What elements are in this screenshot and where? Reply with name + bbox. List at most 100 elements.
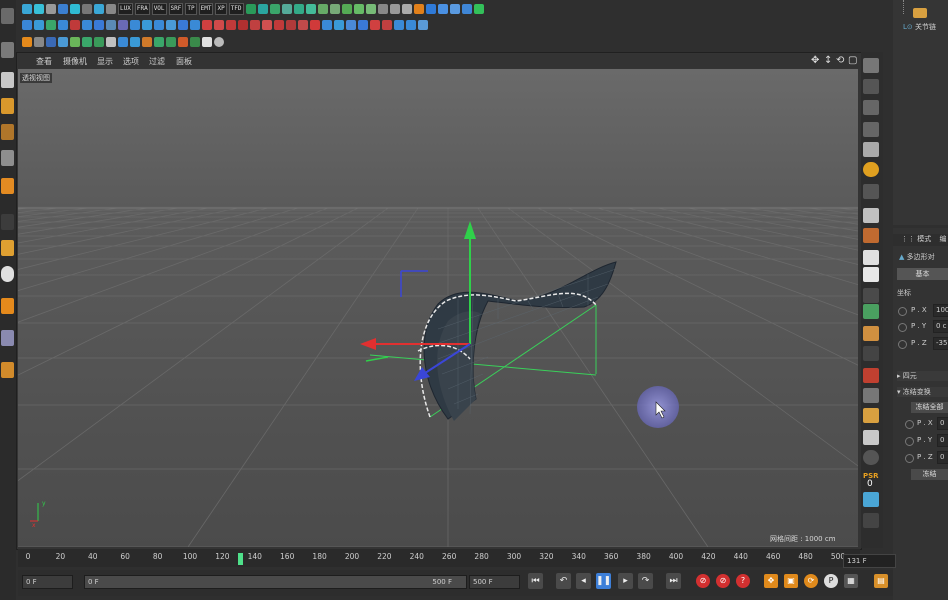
plugin-icon[interactable] [406,20,416,30]
plugin-icon[interactable] [22,4,32,14]
clapper-icon[interactable] [863,208,879,223]
plugin-icon[interactable] [34,20,44,30]
plugin-icon[interactable] [473,4,484,14]
plugin-icon[interactable] [382,20,392,30]
snap-icon[interactable] [1,266,14,282]
vol-button[interactable]: VOL [151,3,167,15]
plugin-icon[interactable] [94,4,104,14]
plugin-icon[interactable] [394,20,404,30]
plugin-icon[interactable] [214,37,224,47]
prev-key-icon[interactable]: ↶ [556,573,571,589]
plugin-icon[interactable] [449,4,460,14]
axis-icon[interactable] [1,214,14,230]
playhead[interactable] [238,553,244,565]
record-icon[interactable]: ⊘ [696,574,710,588]
menu-camera[interactable]: 摄像机 [63,56,87,67]
current-frame-field[interactable]: 131 F [843,554,896,568]
menu-display[interactable]: 显示 [97,56,113,67]
plugin-icon[interactable] [166,20,176,30]
prev-frame-icon[interactable]: ◂ [576,573,591,589]
plugin-icon[interactable] [293,4,304,14]
py-field[interactable]: 0 c [933,320,948,333]
gear-icon[interactable] [413,4,424,14]
plugin-icon[interactable] [58,20,68,30]
menu-panel[interactable]: 面板 [176,56,192,67]
plugin-icon[interactable] [286,20,296,30]
axis-xyz-icon[interactable] [863,184,879,199]
srf-button[interactable]: SRF [168,3,184,15]
plugin-icon[interactable] [214,20,224,30]
plugin-icon[interactable] [418,20,428,30]
autokey-icon[interactable]: ⊘ [716,574,730,588]
keyframe-radio[interactable] [898,323,907,332]
rotate-key-icon[interactable]: ⟳ [804,574,818,588]
freeze-py-field[interactable]: 0 [937,434,948,447]
plugin-icon[interactable] [358,20,368,30]
plugin-icon[interactable] [82,37,92,47]
collapse-arrow-icon[interactable]: ▾ [897,388,901,396]
menu-filter[interactable]: 过滤 [149,56,165,67]
python-icon[interactable] [863,492,879,507]
end-frame-field[interactable]: 500 F [469,575,520,589]
tab-edit[interactable]: 编 [939,235,946,243]
plugin-icon[interactable] [58,4,68,14]
freeze-button-2[interactable]: 冻结 [911,469,948,480]
plugin-icon[interactable] [262,20,272,30]
lock-icon[interactable] [1,362,14,378]
plugin-icon[interactable] [245,4,256,14]
fra-button[interactable]: FRA [134,3,150,15]
gear-icon[interactable] [46,4,56,14]
pz-field[interactable]: -35 [933,337,948,350]
plugin-icon[interactable] [46,37,56,47]
go-to-start-icon[interactable]: ⏮ [528,573,543,589]
plugin-icon[interactable] [281,4,292,14]
plugin-icon[interactable] [70,4,80,14]
plugin-icon[interactable] [190,37,200,47]
plugin-icon[interactable] [437,4,448,14]
plugin-icon[interactable] [226,20,236,30]
gear-icon[interactable] [34,37,44,47]
emt-button[interactable]: EMT [198,3,214,15]
plugin-icon[interactable] [106,20,116,30]
pen-add-icon[interactable] [863,408,879,423]
pen-icon[interactable] [863,304,879,319]
clapper-icon[interactable] [863,250,879,265]
plugin-icon[interactable] [70,37,80,47]
undo-icon[interactable] [1,8,14,24]
pause-icon[interactable]: ❚❚ [596,573,611,589]
plugin-icon[interactable] [70,20,80,30]
next-frame-icon[interactable]: ▸ [618,573,633,589]
grid-icon[interactable] [863,122,879,137]
move-view-icon[interactable]: ✥ [811,55,819,66]
move-key-icon[interactable]: ✥ [764,574,778,588]
points-mode-icon[interactable] [1,98,14,114]
section-quaternion[interactable]: 四元 [903,372,917,380]
plugin-icon[interactable] [461,4,472,14]
menu-options[interactable]: 选项 [123,56,139,67]
tab-mode[interactable]: 模式 [917,235,931,243]
plugin-icon[interactable] [425,4,436,14]
checker-icon[interactable] [1,72,14,88]
plugin-icon[interactable] [94,20,104,30]
maximize-view-icon[interactable]: ▢ [848,55,857,66]
plugin-icon[interactable] [130,20,140,30]
start-frame-field[interactable]: 0 F [22,575,73,589]
plugin-icon[interactable] [238,20,248,30]
tp-button[interactable]: TP [185,3,197,15]
plugin-icon[interactable] [118,20,128,30]
plugin-icon[interactable] [341,4,352,14]
tweak-icon[interactable] [1,240,14,256]
plugin-icon[interactable] [82,20,92,30]
brush-icon[interactable] [863,326,879,341]
range-slider[interactable]: 0 F 500 F [84,575,467,589]
plugin-icon[interactable] [142,37,152,47]
plugin-icon[interactable] [257,4,268,14]
param-key-icon[interactable]: P [824,574,838,588]
tfd-button[interactable]: TFD [228,3,244,15]
model-mode-icon[interactable] [1,42,14,58]
bottle-icon[interactable] [863,430,879,445]
settings-icon[interactable] [863,513,879,528]
timeline-window-icon[interactable]: ▤ [874,574,888,588]
keyframe-selection-icon[interactable]: ? [736,574,750,588]
section-freeze[interactable]: 冻结变换 [903,388,931,396]
